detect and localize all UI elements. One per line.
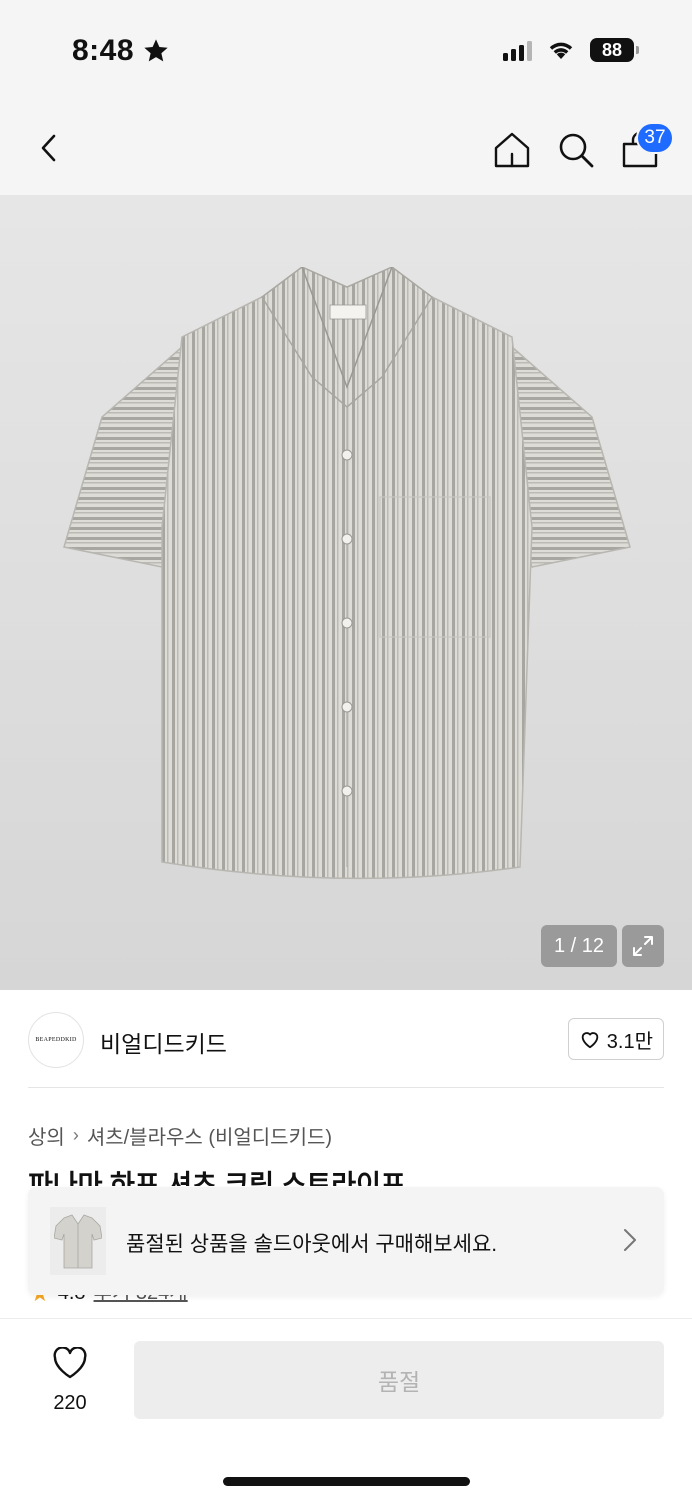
brand-like-button[interactable]: 3.1만 [567,1018,664,1060]
search-icon[interactable] [556,130,596,170]
brand-name[interactable]: 비얼디드키드 [100,1025,227,1059]
breadcrumb: 상의 › 셔츠/블라우스 (비얼디드키드) [28,1121,332,1150]
toast-message: 품절된 상품을 솔드아웃에서 구매해보세요. [126,1233,498,1256]
heart-icon [581,1032,599,1049]
product-shirt-image [63,267,631,880]
status-bar: 8:48 88 [0,0,692,100]
battery-icon: 88 [590,38,639,62]
cart-count-badge: 37 [636,122,674,154]
soldout-toast-banner[interactable]: 품절된 상품을 솔드아웃에서 구매해보세요. [28,1187,664,1295]
brand-row[interactable]: BEAPEDDKID 비얼디드키드 3.1만 [28,1010,664,1088]
brand-logo[interactable]: BEAPEDDKID [28,1012,84,1068]
chevron-right-icon [624,1229,636,1251]
star-icon [144,39,168,62]
breadcrumb-subcategory[interactable]: 셔츠/블라우스 (비얼디드키드) [87,1121,332,1150]
cellular-signal-icon [503,39,532,61]
chevron-right-icon: › [72,1125,79,1145]
bottom-action-bar: 220 품절 [0,1318,692,1500]
product-title: 파나마 하프 셔츠 크림 스트라이프 [28,1170,406,1186]
time-text: 8:48 [72,34,135,67]
battery-level: 88 [601,39,623,60]
wifi-icon [549,42,573,59]
image-counter: 1 / 12 [541,925,617,967]
expand-image-button[interactable] [622,925,664,967]
product-image-gallery[interactable]: 1 / 12 [0,195,692,990]
top-nav-bar: 37 [0,100,692,195]
breadcrumb-category[interactable]: 상의 [28,1121,65,1150]
heart-outline-icon [53,1346,87,1379]
wishlist-count: 220 [53,1392,87,1414]
status-icons: 88 [503,38,639,62]
back-icon[interactable] [32,130,68,166]
home-indicator [223,1477,470,1486]
soldout-button[interactable]: 품절 [134,1341,664,1419]
brand-logo-text: BEAPEDDKID [35,1037,77,1043]
wishlist-button[interactable]: 220 [40,1346,100,1415]
status-time: 8:48 [72,34,170,68]
home-icon[interactable] [492,130,532,170]
brand-like-count: 3.1만 [606,1030,653,1053]
shirt-thumbnail-icon [54,1214,102,1269]
toast-product-thumbnail [50,1207,106,1275]
expand-icon [633,936,653,956]
